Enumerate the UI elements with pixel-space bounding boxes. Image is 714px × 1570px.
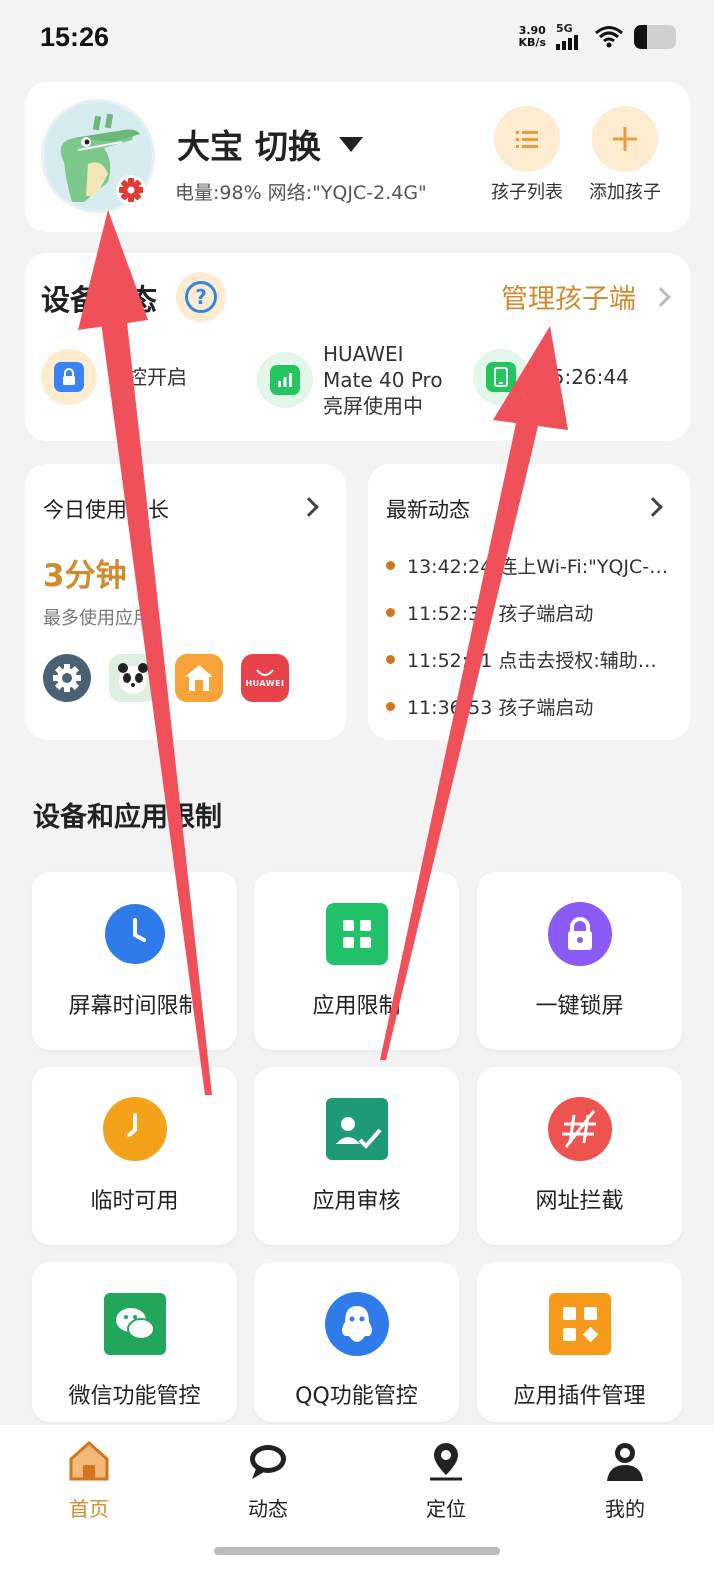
tile-plugin-manage[interactable]: 应用插件管理: [477, 1262, 682, 1422]
manage-child-link[interactable]: 管理孩子端: [501, 277, 671, 316]
clock-icon: [103, 902, 167, 966]
screen-status: 亮屏使用中: [323, 394, 423, 418]
phone-icon: [473, 349, 529, 405]
net-speed: 3.90 KB/s: [519, 25, 546, 49]
net-speed-unit: KB/s: [518, 36, 546, 49]
news-item: 11:52:31 点击去授权:辅助功能: [386, 636, 672, 683]
home-app-icon: [175, 654, 223, 702]
settings-app-icon: [43, 654, 91, 702]
tile-label: 应用限制: [312, 994, 401, 1019]
top-apps-label: 最多使用应用: [43, 608, 151, 629]
qq-icon: [325, 1292, 389, 1356]
control-status-label: 管控开启: [107, 365, 187, 389]
hash-block-icon: [548, 1097, 612, 1161]
tab-me[interactable]: 我的: [570, 1439, 680, 1522]
lock-icon: [41, 349, 97, 405]
huawei-text: HUAWEI: [245, 678, 285, 688]
status-bar: 15:26 3.90 KB/s 5G: [0, 0, 714, 80]
child-switcher[interactable]: 大宝 切换: [177, 120, 363, 168]
tile-label: 网址拦截: [535, 1189, 624, 1214]
tile-lock-screen[interactable]: 一键锁屏: [477, 872, 682, 1050]
clock-icon: [103, 1097, 167, 1161]
home-indicator: [214, 1547, 500, 1555]
usage-title: 今日使用时长: [43, 498, 169, 522]
device-status-title: 设备状态: [41, 283, 158, 317]
tab-location[interactable]: 定位: [391, 1439, 501, 1522]
device-info: 电量:98% 网络:"YQJC-2.4G": [175, 182, 427, 204]
caret-down-icon: [339, 136, 363, 152]
tile-label: QQ功能管控: [295, 1384, 418, 1409]
tile-app-review[interactable]: 应用审核: [254, 1067, 459, 1245]
panda-app-icon: [109, 654, 157, 702]
tile-label: 临时可用: [90, 1189, 179, 1214]
person-icon: [607, 1443, 643, 1481]
plugin-grid-icon: [548, 1292, 612, 1356]
wechat-icon: [103, 1292, 167, 1356]
tile-wechat-control[interactable]: 微信功能管控: [32, 1262, 237, 1422]
app-grid-icon: [325, 902, 389, 966]
control-status: 管控开启: [41, 349, 187, 405]
device-brand: HUAWEI: [323, 342, 404, 366]
chevron-right-icon: [299, 497, 319, 517]
chevron-right-icon: [643, 497, 663, 517]
status-icons: 3.90 KB/s 5G: [519, 22, 676, 50]
chat-bubble-icon: [250, 1445, 286, 1479]
tile-qq-control[interactable]: QQ功能管控: [254, 1262, 459, 1422]
child-list-button[interactable]: 孩子列表: [487, 106, 567, 204]
tab-label: 首页: [69, 1497, 109, 1521]
manage-child-label: 管理孩子端: [501, 284, 636, 315]
top-apps: HUAWEI: [43, 654, 289, 702]
tab-label: 我的: [605, 1497, 645, 1521]
tile-label: 应用插件管理: [513, 1384, 646, 1409]
profile-card: 大宝 切换 电量:98% 网络:"YQJC-2.4G" 孩子列表 添加孩子: [25, 82, 690, 232]
news-item: 13:42:24 连上Wi-Fi:"YQJC-2.4G": [386, 542, 672, 589]
network-type: 5G: [556, 22, 573, 35]
gear-icon[interactable]: [115, 174, 147, 206]
news-list: 13:42:24 连上Wi-Fi:"YQJC-2.4G" 11:52:32 孩子…: [386, 542, 672, 730]
usage-value: 3分钟: [43, 558, 127, 594]
device-model-name: Mate 40 Pro: [323, 368, 443, 392]
add-child-label: 添加孩子: [589, 182, 661, 203]
list-icon: [494, 106, 560, 172]
news-item: 11:36:53 孩子端启动: [386, 683, 672, 730]
device-status-card: 设备状态 ? 管理孩子端 管控开启 HUAWEI Mate 40 Pro 亮屏使…: [25, 253, 690, 441]
tile-label: 微信功能管控: [68, 1384, 201, 1409]
tab-label: 动态: [248, 1497, 288, 1521]
tab-home[interactable]: 首页: [34, 1439, 144, 1522]
tile-url-block[interactable]: 网址拦截: [477, 1067, 682, 1245]
section-title: 设备和应用限制: [33, 802, 222, 833]
home-icon: [69, 1440, 109, 1481]
tile-label: 屏幕时间限制: [68, 994, 201, 1019]
battery-icon: [634, 25, 676, 49]
status-time: 15:26: [40, 22, 110, 52]
review-icon: [325, 1097, 389, 1161]
tile-label: 应用审核: [312, 1189, 401, 1214]
tile-temporary-use[interactable]: 临时可用: [32, 1067, 237, 1245]
switch-label: 切换: [255, 127, 321, 166]
device-time: 15:26:44: [473, 349, 629, 405]
news-item: 11:52:32 孩子端启动: [386, 589, 672, 636]
child-list-label: 孩子列表: [491, 182, 563, 203]
device-model: HUAWEI Mate 40 Pro 亮屏使用中: [257, 341, 443, 419]
location-pin-icon: [430, 1443, 462, 1481]
news-title: 最新动态: [386, 498, 470, 522]
news-card[interactable]: 最新动态 13:42:24 连上Wi-Fi:"YQJC-2.4G" 11:52:…: [368, 464, 690, 740]
usage-card[interactable]: 今日使用时长 3分钟 最多使用应用 HUAWEI: [25, 464, 346, 740]
signal-bars-icon: [257, 352, 313, 408]
tile-label: 一键锁屏: [535, 994, 624, 1019]
cellular-signal-icon: 5G: [556, 22, 584, 50]
tile-screen-time[interactable]: 屏幕时间限制: [32, 872, 237, 1050]
add-child-button[interactable]: 添加孩子: [585, 106, 665, 204]
tile-app-limit[interactable]: 应用限制: [254, 872, 459, 1050]
plus-icon: [592, 106, 658, 172]
help-icon[interactable]: ?: [176, 272, 226, 322]
huawei-appgallery-icon: HUAWEI: [241, 654, 289, 702]
child-name: 大宝: [177, 127, 243, 166]
tab-activity[interactable]: 动态: [213, 1439, 323, 1522]
device-time-label: 15:26:44: [539, 365, 629, 389]
tab-label: 定位: [426, 1497, 466, 1521]
chevron-right-icon: [651, 286, 671, 307]
lock-icon: [548, 902, 612, 966]
wifi-icon: [595, 26, 623, 48]
